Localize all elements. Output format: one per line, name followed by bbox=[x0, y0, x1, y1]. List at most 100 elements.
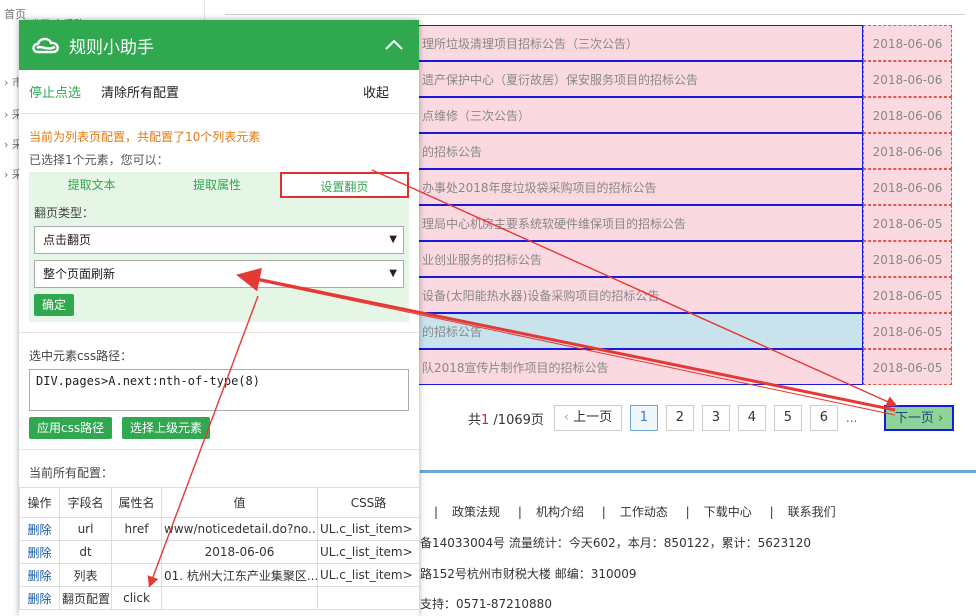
css-path-input[interactable]: DIV.pages>A.next:nth-of-type(8) bbox=[29, 369, 409, 411]
fold-button[interactable]: 收起 bbox=[363, 82, 389, 101]
tab-extract-attr[interactable]: 提取属性 bbox=[154, 172, 279, 198]
footer: | 政策法规 | 机构介绍 | 工作动态 | 下载中心 | 联系我们 备14033004号… bbox=[420, 473, 976, 616]
notice-date: 2018-06-06 bbox=[863, 25, 952, 61]
delete-link[interactable]: 删除 bbox=[19, 540, 60, 564]
rule-assistant-panel: 规则小助手 停止点选 清除所有配置 收起 当前为列表页配置，共配置了10个列表元… bbox=[19, 20, 419, 616]
list-item[interactable]: 的招标公告 2018-06-06 bbox=[410, 133, 952, 169]
notice-date: 2018-06-06 bbox=[863, 169, 952, 205]
cloud-logo-icon bbox=[32, 37, 59, 54]
css-cell: UL.c_list_item> bbox=[317, 540, 419, 564]
footer-address: 路152号杭州市财税大楼 邮编：310009 bbox=[420, 567, 637, 581]
footer-stats: 备14033004号 流量统计：今天602，本月：850122，累计：56231… bbox=[420, 536, 812, 550]
notice-title[interactable]: 点维修（三次公告） bbox=[410, 97, 863, 133]
prev-page-button[interactable]: ‹ 上一页 bbox=[553, 405, 622, 431]
notice-title[interactable]: 理所垃圾清理项目招标公告（三次公告） bbox=[410, 25, 863, 61]
footer-link[interactable]: 政策法规 bbox=[452, 505, 500, 519]
field-cell: dt bbox=[59, 540, 112, 564]
selection-info: 已选择1个元素，您可以： bbox=[29, 153, 169, 167]
table-header-row: 操作 字段名 属性名 值 CSS路 bbox=[19, 487, 419, 518]
clear-all-button[interactable]: 清除所有配置 bbox=[101, 82, 179, 101]
page-1-button[interactable]: 1 bbox=[629, 405, 658, 431]
notice-title[interactable]: 理局中心机房主要系统软硬件维保项目的招标公告 bbox=[410, 205, 863, 241]
table-header: 字段名 bbox=[59, 487, 112, 518]
value-cell: 01. 杭州大江东产业集聚区... bbox=[161, 563, 318, 587]
page-total: 共1 /1069页 bbox=[468, 412, 544, 428]
notice-date: 2018-06-05 bbox=[863, 241, 952, 277]
page-4-button[interactable]: 4 bbox=[737, 405, 766, 431]
page-2-button[interactable]: 2 bbox=[665, 405, 694, 431]
pagination-settings: 翻页类型： 点击翻页 ▼ 整个页面刷新 ▼ 确定 bbox=[29, 198, 409, 322]
table-row: 删除 dt 2018-06-06 UL.c_list_item> bbox=[19, 540, 419, 564]
config-notice: 当前为列表页配置，共配置了10个列表元素 bbox=[29, 130, 261, 144]
list-item[interactable]: 理局中心机房主要系统软硬件维保项目的招标公告 2018-06-05 bbox=[410, 205, 952, 241]
table-row: 删除 url href www/noticedetail.do?no... UL… bbox=[19, 517, 419, 541]
panel-header: 规则小助手 bbox=[19, 20, 419, 70]
notice-date: 2018-06-05 bbox=[863, 349, 952, 385]
confirm-button[interactable]: 确定 bbox=[34, 294, 75, 316]
configs-section: 当前所有配置： 操作 字段名 属性名 值 CSS路 删除 url href ww… bbox=[19, 449, 419, 610]
field-cell: 翻页配置 bbox=[59, 586, 112, 610]
dropdown-caret-icon: ▼ bbox=[389, 234, 397, 245]
list-item[interactable]: 业创业服务的招标公告 2018-06-05 bbox=[410, 241, 952, 277]
apply-css-button[interactable]: 应用css路径 bbox=[29, 417, 113, 439]
attr-cell: href bbox=[111, 517, 162, 541]
css-cell: UL.c_list_item> bbox=[317, 563, 419, 587]
notice-title[interactable]: 办事处2018年度垃圾袋采购项目的招标公告 bbox=[410, 169, 863, 205]
footer-link[interactable]: 下载中心 bbox=[704, 505, 752, 519]
refresh-mode-select[interactable]: 整个页面刷新 ▼ bbox=[34, 260, 404, 288]
list-item[interactable]: 点维修（三次公告） 2018-06-06 bbox=[410, 97, 952, 133]
css-path-section: 选中元素css路径： DIV.pages>A.next:nth-of-type(… bbox=[19, 332, 419, 439]
list-item[interactable]: 的招标公告 2018-06-05 bbox=[410, 313, 952, 349]
delete-link[interactable]: 删除 bbox=[19, 563, 60, 587]
notice-date: 2018-06-05 bbox=[863, 205, 952, 241]
next-page-button[interactable]: 下一页 › bbox=[884, 405, 954, 431]
footer-link[interactable]: 机构介绍 bbox=[536, 505, 584, 519]
delete-link[interactable]: 删除 bbox=[19, 517, 60, 541]
page-type-label: 翻页类型： bbox=[34, 206, 95, 220]
page-5-button[interactable]: 5 bbox=[773, 405, 802, 431]
page-3-button[interactable]: 3 bbox=[701, 405, 730, 431]
pagination: 共1 /1069页 ‹ 上一页 1 2 3 4 5 6 ... 下一页 › bbox=[468, 405, 954, 431]
list-item[interactable]: 办事处2018年度垃圾袋采购项目的招标公告 2018-06-06 bbox=[410, 169, 952, 205]
list-item[interactable]: 设备(太阳能热水器)设备采购项目的招标公告 2018-06-05 bbox=[410, 277, 952, 313]
panel-toolbar: 停止点选 清除所有配置 收起 bbox=[19, 70, 419, 114]
notice-date: 2018-06-05 bbox=[863, 313, 952, 349]
css-path-label: 选中元素css路径： bbox=[29, 349, 133, 363]
notice-list: 理所垃圾清理项目招标公告（三次公告） 2018-06-06 遗产保护中心（夏衍故居… bbox=[410, 25, 952, 385]
notice-title[interactable]: 业创业服务的招标公告 bbox=[410, 241, 863, 277]
list-item[interactable]: 队2018宣传片制作项目的招标公告 2018-06-05 bbox=[410, 349, 952, 385]
notice-date: 2018-06-06 bbox=[863, 133, 952, 169]
table-header: 操作 bbox=[19, 487, 60, 518]
table-row: 删除 列表 01. 杭州大江东产业集聚区... UL.c_list_item> bbox=[19, 563, 419, 587]
notice-title[interactable]: 的招标公告 bbox=[410, 313, 863, 349]
delete-link[interactable]: 删除 bbox=[19, 586, 60, 610]
notice-title[interactable]: 设备(太阳能热水器)设备采购项目的招标公告 bbox=[410, 277, 863, 313]
attr-cell: click bbox=[111, 586, 162, 610]
tab-set-pagination[interactable]: 设置翻页 bbox=[279, 172, 409, 198]
notice-title[interactable]: 的招标公告 bbox=[410, 133, 863, 169]
footer-support: 支持：0571-87210880 bbox=[420, 597, 552, 611]
value-cell: www/noticedetail.do?no... bbox=[161, 517, 318, 541]
stop-select-button[interactable]: 停止点选 bbox=[29, 82, 81, 101]
table-header: 属性名 bbox=[111, 487, 162, 518]
chevron-up-icon[interactable] bbox=[383, 34, 405, 56]
config-table: 操作 字段名 属性名 值 CSS路 删除 url href www/notice… bbox=[19, 487, 419, 610]
notice-title[interactable]: 队2018宣传片制作项目的招标公告 bbox=[410, 349, 863, 385]
table-row: 删除 翻页配置 click bbox=[19, 586, 419, 610]
list-item[interactable]: 遗产保护中心（夏衍故居）保安服务项目的招标公告 2018-06-06 bbox=[410, 61, 952, 97]
notice-title[interactable]: 遗产保护中心（夏衍故居）保安服务项目的招标公告 bbox=[410, 61, 863, 97]
footer-nav: | 政策法规 | 机构介绍 | 工作动态 | 下载中心 | 联系我们 bbox=[434, 505, 836, 519]
notice-date: 2018-06-06 bbox=[863, 61, 952, 97]
page-6-button[interactable]: 6 bbox=[809, 405, 838, 431]
configs-label: 当前所有配置： bbox=[29, 466, 114, 480]
select-parent-button[interactable]: 选择上级元素 bbox=[121, 417, 210, 439]
table-header: 值 bbox=[161, 487, 318, 518]
page-type-select[interactable]: 点击翻页 ▼ bbox=[34, 226, 404, 254]
dropdown-caret-icon: ▼ bbox=[389, 268, 397, 279]
footer-link[interactable]: 联系我们 bbox=[788, 505, 836, 519]
value-cell: 2018-06-06 bbox=[161, 540, 318, 564]
list-item[interactable]: 理所垃圾清理项目招标公告（三次公告） 2018-06-06 bbox=[410, 25, 952, 61]
tab-extract-text[interactable]: 提取文本 bbox=[29, 172, 154, 198]
page-ellipsis: ... bbox=[845, 411, 858, 425]
footer-link[interactable]: 工作动态 bbox=[620, 505, 668, 519]
